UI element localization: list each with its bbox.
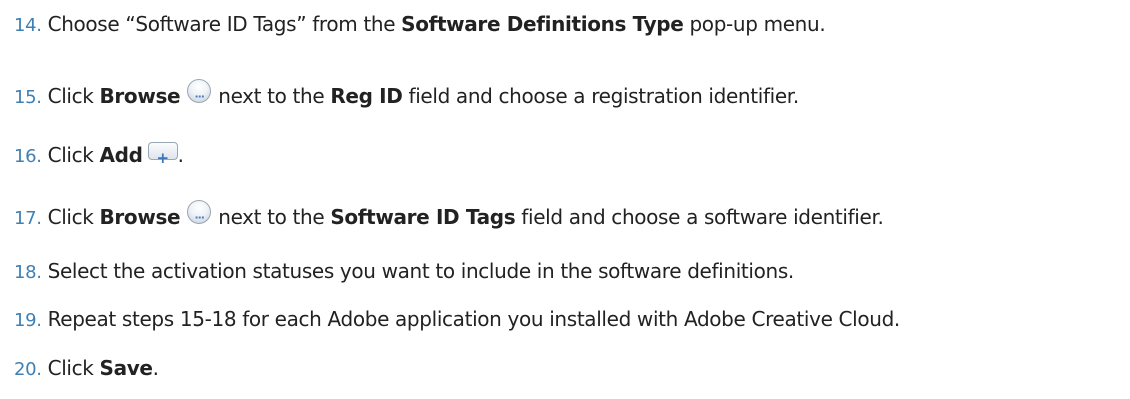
step-text: Click [47,84,100,108]
step-15: 15. Click Browse ··· next to the Reg ID … [14,79,800,111]
step-number: 20. [14,359,42,380]
step-text: next to the [212,205,331,229]
step-number: 16. [14,146,42,167]
step-text: field and choose a software identifier. [515,205,884,229]
browse-icon: ··· [187,79,212,103]
step-text: field and choose a registration identifi… [402,84,800,108]
step-text: pop-up menu. [683,12,826,36]
step-19: 19. Repeat steps 15-18 for each Adobe ap… [14,306,900,334]
add-label: Add [99,143,143,167]
step-text: Click [47,356,100,380]
step-text: . [177,143,184,167]
browse-label: Browse [99,84,181,108]
save-label: Save [99,356,153,380]
step-number: 17. [14,208,42,229]
reg-id-label: Reg ID [330,84,403,108]
step-number: 14. [14,15,42,36]
browse-icon: ··· [187,200,212,224]
step-text: . [152,356,159,380]
step-20: 20. Click Save. [14,355,159,383]
step-18: 18. Select the activation statuses you w… [14,258,794,286]
browse-label: Browse [99,205,181,229]
software-id-tags-label: Software ID Tags [330,205,516,229]
step-text: Choose “Software ID Tags” from the [47,12,402,36]
add-icon: + [147,142,178,166]
step-number: 19. [14,310,42,331]
step-text: Click [47,143,100,167]
step-number: 15. [14,87,42,108]
step-text: Select the activation statuses you want … [47,259,795,283]
step-text: Click [47,205,100,229]
software-definitions-type-label: Software Definitions Type [401,12,684,36]
step-14: 14. Choose “Software ID Tags” from the S… [14,11,826,39]
step-16: 16. Click Add +. [14,142,184,170]
step-text: Repeat steps 15-18 for each Adobe applic… [47,307,901,331]
step-text: next to the [212,84,331,108]
step-number: 18. [14,262,42,283]
step-17: 17. Click Browse ··· next to the Softwar… [14,200,884,232]
